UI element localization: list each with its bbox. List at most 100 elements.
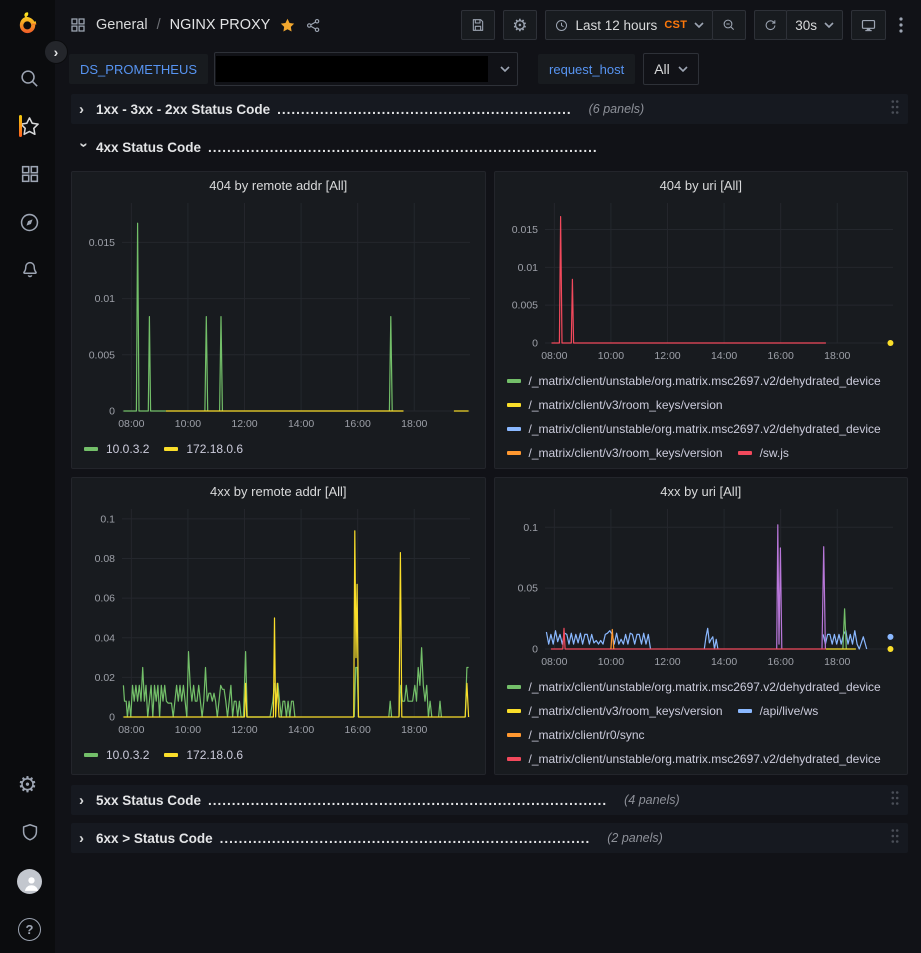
chart-legend: /_matrix/client/unstable/org.matrix.msc2… <box>495 365 908 463</box>
row-title: 1xx - 3xx - 2xx Status Code <box>96 102 270 117</box>
variables-bar: DS_PROMETHEUS request_host All <box>55 50 921 88</box>
legend-item[interactable]: /_matrix/client/v3/room_keys/version <box>507 701 723 721</box>
legend-item[interactable]: /_matrix/client/unstable/org.matrix.msc2… <box>507 677 881 697</box>
configuration-gear-icon[interactable]: ⚙ <box>0 761 55 809</box>
panel-title[interactable]: 404 by uri [All] <box>495 172 908 195</box>
drag-handle-icon[interactable] <box>890 790 900 811</box>
row-panel-count: (4 panels) <box>624 793 680 807</box>
svg-text:14:00: 14:00 <box>288 724 314 736</box>
panel-404-by-remote-addr: 404 by remote addr [All] 08:0010:0012:00… <box>71 171 486 469</box>
row-title: 6xx > Status Code <box>96 831 213 846</box>
legend-item[interactable]: /api/live/ws <box>738 701 819 721</box>
dashboard-row-5xx[interactable]: › 5xx Status Code ......................… <box>71 785 908 815</box>
svg-text:12:00: 12:00 <box>654 656 680 668</box>
legend-swatch <box>507 757 521 761</box>
search-icon[interactable] <box>0 54 55 102</box>
sidebar-expand-button[interactable]: › <box>44 40 68 64</box>
alerting-bell-icon[interactable] <box>0 246 55 294</box>
legend-item[interactable]: 172.18.0.6 <box>164 439 243 459</box>
more-kebab-icon[interactable] <box>894 10 908 40</box>
svg-text:10:00: 10:00 <box>598 350 624 362</box>
svg-text:18:00: 18:00 <box>401 724 427 736</box>
server-admin-shield-icon[interactable] <box>0 809 55 857</box>
svg-text:0.06: 0.06 <box>95 593 116 605</box>
help-question-icon[interactable]: ? <box>0 905 55 953</box>
chevron-right-icon: › <box>79 792 89 809</box>
svg-text:0: 0 <box>532 338 538 350</box>
svg-text:14:00: 14:00 <box>288 418 314 430</box>
legend-label: /_matrix/client/v3/room_keys/version <box>529 395 723 415</box>
legend-swatch <box>507 733 521 737</box>
starred-icon[interactable] <box>0 102 55 150</box>
refresh-interval-picker[interactable]: 30s <box>786 10 843 40</box>
cycle-view-monitor-button[interactable] <box>851 10 886 40</box>
user-avatar[interactable] <box>0 857 55 905</box>
dashboard-row-6xx[interactable]: › 6xx > Status Code ....................… <box>71 823 908 853</box>
refresh-button[interactable] <box>754 10 787 40</box>
dashboard-content: › 1xx - 3xx - 2xx Status Code ..........… <box>55 88 921 861</box>
panel-title[interactable]: 4xx by uri [All] <box>495 478 908 501</box>
share-icon[interactable] <box>305 17 322 34</box>
dashboard-title[interactable]: NGINX PROXY <box>170 17 271 33</box>
row-panel-count: (2 panels) <box>607 831 663 845</box>
legend-swatch <box>507 451 521 455</box>
legend-item[interactable]: /_matrix/client/v3/room_keys/version <box>507 443 723 463</box>
explore-compass-icon[interactable] <box>0 198 55 246</box>
dashboard-row-4xx[interactable]: › 4xx Status Code ......................… <box>71 132 908 162</box>
dashboards-icon[interactable] <box>0 150 55 198</box>
legend-item[interactable]: 172.18.0.6 <box>164 745 243 765</box>
variable-select-ds-prometheus[interactable] <box>214 52 518 86</box>
favorite-star-icon[interactable] <box>279 17 296 34</box>
breadcrumb-separator: / <box>157 17 161 33</box>
svg-text:18:00: 18:00 <box>401 418 427 430</box>
legend-item[interactable]: 10.0.3.2 <box>84 439 149 459</box>
svg-text:0.015: 0.015 <box>89 237 115 249</box>
legend-swatch <box>507 427 521 431</box>
timeseries-chart: 08:0010:0012:0014:0016:0018:0000.0050.01… <box>501 195 901 365</box>
legend-label: 10.0.3.2 <box>106 439 149 459</box>
svg-text:10:00: 10:00 <box>175 724 201 736</box>
grafana-logo-icon[interactable] <box>12 8 44 40</box>
panels-grid: 404 by remote addr [All] 08:0010:0012:00… <box>71 171 908 775</box>
legend-item[interactable]: /_matrix/client/r0/sync <box>507 725 645 745</box>
legend-item[interactable]: /_matrix/client/unstable/org.matrix.msc2… <box>507 419 881 439</box>
panel-404-by-uri: 404 by uri [All] 08:0010:0012:0014:0016:… <box>494 171 909 469</box>
legend-item[interactable]: /_matrix/client/unstable/org.matrix.msc2… <box>507 371 881 391</box>
chevron-down-icon <box>694 22 704 28</box>
panel-title[interactable]: 4xx by remote addr [All] <box>72 478 485 501</box>
legend-item[interactable]: /sw.js <box>738 443 789 463</box>
drag-handle-icon[interactable] <box>890 828 900 849</box>
timeseries-chart: 08:0010:0012:0014:0016:0018:0000.050.1 <box>501 501 901 671</box>
svg-text:0.05: 0.05 <box>517 583 538 595</box>
drag-handle-icon[interactable] <box>890 99 900 120</box>
dashboard-settings-button[interactable]: ⚙ <box>503 10 536 40</box>
legend-label: /_matrix/client/v3/room_keys/version <box>529 443 723 463</box>
variable-select-request-host[interactable]: All <box>643 53 699 85</box>
legend-label: /api/live/ws <box>760 701 819 721</box>
sidebar: ⚙ ? <box>0 0 55 953</box>
svg-text:0.01: 0.01 <box>517 262 538 274</box>
refresh-interval-label: 30s <box>795 18 817 33</box>
svg-text:0.04: 0.04 <box>95 632 116 644</box>
legend-swatch <box>84 447 98 451</box>
panel-4xx-by-uri: 4xx by uri [All] 08:0010:0012:0014:0016:… <box>494 477 909 775</box>
breadcrumb-section[interactable]: General <box>96 17 148 33</box>
svg-text:08:00: 08:00 <box>118 418 144 430</box>
svg-text:0.08: 0.08 <box>95 553 116 565</box>
legend-label: 172.18.0.6 <box>186 745 243 765</box>
legend-label: /_matrix/client/unstable/org.matrix.msc2… <box>529 677 881 697</box>
dashboard-row-1xx-3xx-2xx[interactable]: › 1xx - 3xx - 2xx Status Code ..........… <box>71 94 908 124</box>
chart-legend: 10.0.3.2 172.18.0.6 <box>72 739 485 765</box>
apps-grid-icon[interactable] <box>69 16 87 34</box>
legend-swatch <box>84 753 98 757</box>
zoom-out-button[interactable] <box>712 10 746 40</box>
legend-item[interactable]: 10.0.3.2 <box>84 745 149 765</box>
time-range-picker[interactable]: Last 12 hours CST <box>545 10 714 40</box>
legend-item[interactable]: /_matrix/client/unstable/org.matrix.msc2… <box>507 749 881 769</box>
timezone-label: CST <box>664 19 687 31</box>
redacted-value <box>216 56 488 82</box>
panel-title[interactable]: 404 by remote addr [All] <box>72 172 485 195</box>
legend-item[interactable]: /_matrix/client/v3/room_keys/version <box>507 395 723 415</box>
save-dashboard-button[interactable] <box>461 10 495 40</box>
row-leader-dots: ........................................… <box>208 793 607 808</box>
